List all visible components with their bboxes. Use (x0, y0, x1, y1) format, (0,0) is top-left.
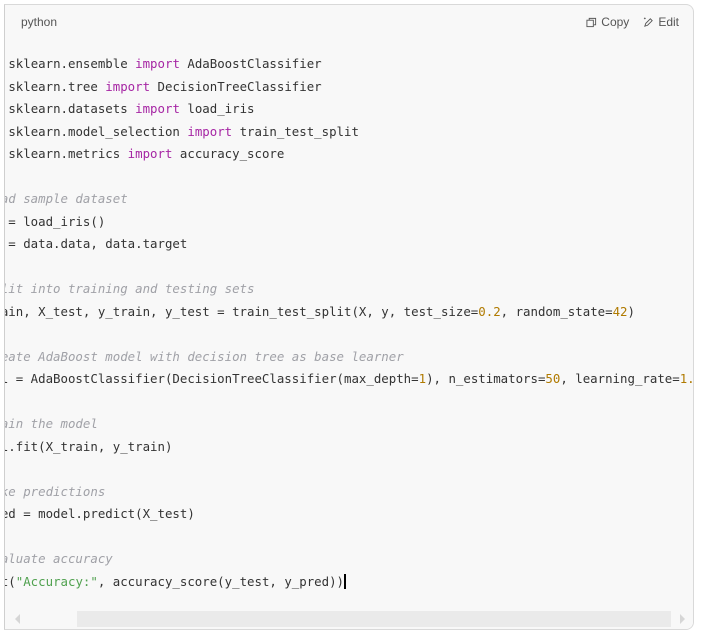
code-line: # Split into training and testing sets (5, 281, 255, 296)
scroll-left-arrow-icon[interactable] (15, 614, 20, 624)
copy-button[interactable]: Copy (586, 15, 629, 29)
language-label: python (21, 15, 58, 29)
code-editor[interactable]: from sklearn.ensemble import AdaBoostCla… (5, 50, 693, 610)
code-line: # Create AdaBoost model with decision tr… (5, 348, 404, 364)
edit-label: Edit (658, 15, 679, 29)
code-line: model = AdaBoostClassifier(DecisionTreeC… (5, 371, 693, 386)
code-block: python Copy Edit from sklearn.ensemble i… (4, 4, 694, 630)
code-line: from sklearn.metrics import accuracy_sco… (8, 146, 285, 161)
scroll-right-arrow-icon[interactable] (680, 614, 685, 624)
code-block-header: python Copy Edit (5, 5, 693, 41)
code-line: # Evaluate accuracy (5, 551, 113, 566)
code-line: from sklearn.datasets import load_iris (8, 101, 255, 116)
text-cursor (344, 573, 346, 589)
code-actions: Copy Edit (586, 15, 679, 29)
code-line: from sklearn.tree import DecisionTreeCla… (8, 78, 322, 94)
code-content[interactable]: from sklearn.ensemble import AdaBoostCla… (5, 53, 693, 593)
copy-icon (586, 17, 597, 27)
pencil-icon (644, 16, 654, 27)
code-line: print("Accuracy:", accuracy_score(y_test… (5, 573, 346, 589)
code-line: # Train the model (5, 416, 98, 431)
code-line: data = load_iris() (8, 213, 106, 229)
horizontal-scrollbar[interactable] (5, 609, 693, 629)
code-line: # Load sample dataset (5, 191, 128, 206)
code-line: X_train, X_test, y_train, y_test = train… (5, 303, 635, 319)
edit-button[interactable]: Edit (643, 15, 679, 29)
code-line: from sklearn.ensemble import AdaBoostCla… (8, 56, 322, 71)
copy-label: Copy (601, 15, 630, 29)
code-line: X, y = data.data, data.target (8, 236, 188, 251)
code-line: model.fit(X_train, y_train) (5, 438, 173, 454)
code-line: y_pred = model.predict(X_test) (5, 506, 195, 521)
scrollbar-thumb[interactable] (77, 611, 671, 627)
code-line: # Make predictions (5, 483, 106, 499)
code-line: from sklearn.model_selection import trai… (8, 123, 359, 139)
